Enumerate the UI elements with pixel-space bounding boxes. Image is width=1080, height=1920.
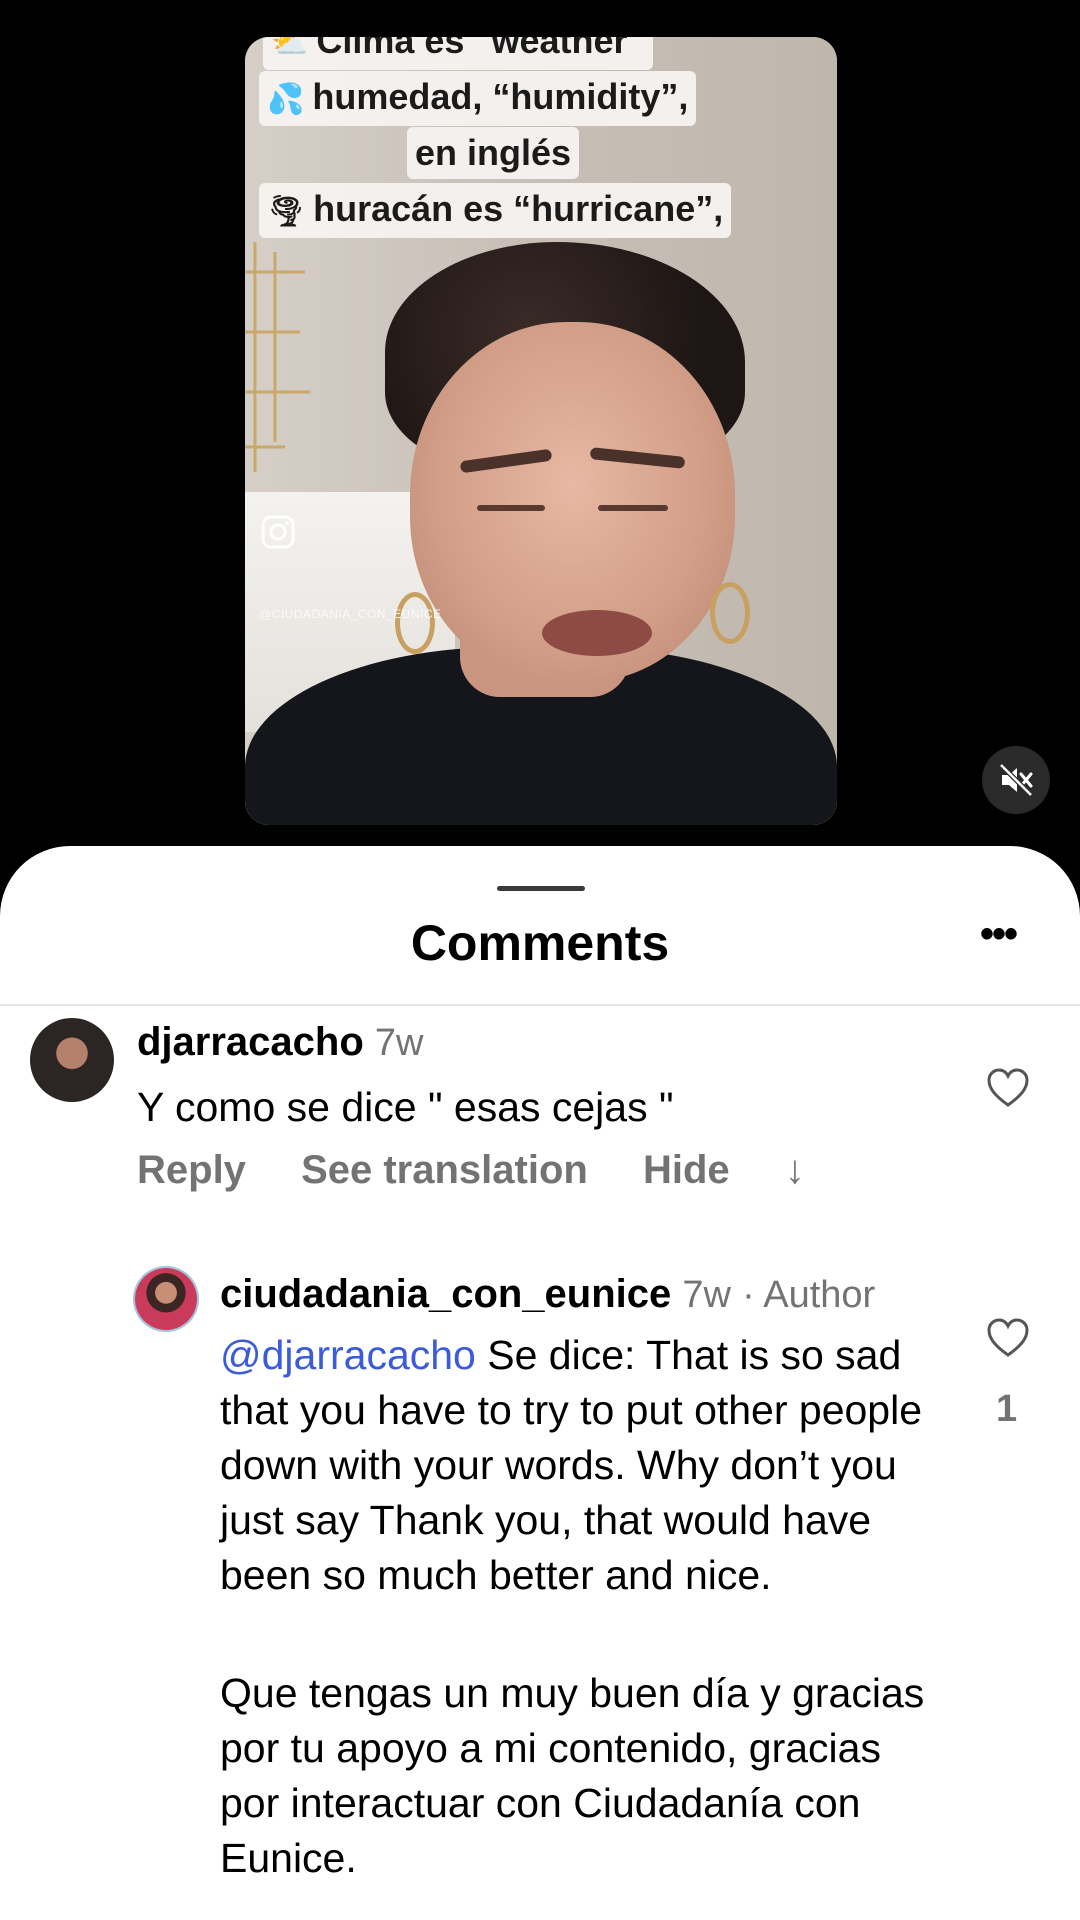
screen: ⛅ Clima es "weather" 💦 humedad, “humidity”… [0, 0, 1080, 1920]
avatar[interactable] [30, 1018, 114, 1102]
header-divider [0, 1004, 1080, 1006]
droplets-icon: 💦 [267, 83, 305, 116]
comment-timestamp: 7w [682, 1274, 731, 1316]
right-earring [710, 582, 750, 644]
caption-line-4: 🌪 huracán es “hurricane”, [259, 183, 732, 238]
more-options-button[interactable]: ••• [970, 914, 1026, 964]
speaker-muted-icon [999, 763, 1033, 797]
mouth [542, 610, 652, 656]
like-count: 1 [996, 1388, 1018, 1430]
left-earring [395, 592, 435, 654]
mention-link[interactable]: @djarracacho [220, 1332, 476, 1378]
comment-username[interactable]: ciudadania_con_eunice 7w · Author [220, 1272, 875, 1317]
left-eye [477, 505, 545, 511]
reply-text: @djarracacho Se dice: That is so sad tha… [220, 1328, 940, 1603]
mute-button[interactable] [982, 746, 1050, 814]
reply-button[interactable]: Reply [137, 1148, 246, 1192]
comment-actions: Reply See translation Hide ↓ [137, 1148, 849, 1193]
comment-username[interactable]: djarracacho 7w [137, 1020, 423, 1065]
see-translation-button[interactable]: See translation [301, 1148, 588, 1192]
caption-line-2: 💦 humedad, “humidity”, [259, 71, 697, 126]
reel-video[interactable]: ⛅ Clima es "weather" 💦 humedad, “humidity”… [245, 37, 837, 825]
sun-cloud-icon: ⛅ [271, 37, 309, 60]
watermark-handle: @CIUDADANIA_CON_EUNICE [259, 607, 442, 621]
sheet-title: Comments [410, 915, 670, 971]
avatar[interactable] [135, 1268, 197, 1330]
comment-timestamp: 7w [374, 1022, 424, 1064]
instagram-icon [261, 515, 295, 549]
wall-decor-frame [245, 242, 310, 472]
right-eye [598, 505, 668, 511]
caption-line-3: en inglés [407, 127, 580, 179]
heart-icon[interactable] [986, 1068, 1030, 1108]
reply-text-part-2: Que tengas un muy buen día y gracias por… [220, 1670, 925, 1881]
more-options-icon: ••• [979, 912, 1018, 956]
comment-text: Y como se dice " esas cejas " [137, 1084, 674, 1130]
heart-icon[interactable] [986, 1318, 1030, 1358]
caption-line-1: ⛅ Clima es "weather" [263, 37, 653, 70]
arrow-down-icon[interactable]: ↓ [785, 1148, 805, 1192]
author-label: · Author [742, 1274, 876, 1316]
hide-button[interactable]: Hide [643, 1148, 730, 1192]
tornado-icon: 🌪 [267, 195, 306, 228]
sheet-grabber[interactable] [497, 886, 585, 891]
